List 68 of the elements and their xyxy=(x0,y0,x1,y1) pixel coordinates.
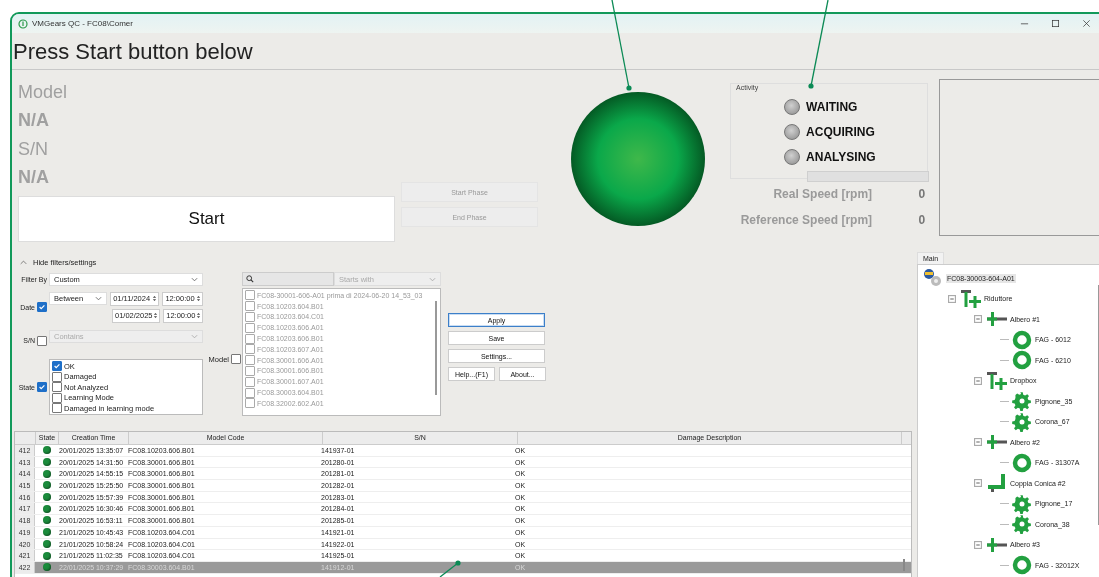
collapse-icon[interactable] xyxy=(974,540,982,549)
ring-icon xyxy=(1011,350,1033,371)
checkbox[interactable] xyxy=(52,361,62,372)
maximize-icon[interactable] xyxy=(1051,19,1060,28)
gear-icon xyxy=(1011,514,1033,535)
field-value: N/A xyxy=(18,166,49,189)
speed-value: 0 xyxy=(917,186,926,201)
caret-icon xyxy=(429,276,436,282)
scrollbar[interactable] xyxy=(435,301,437,395)
checkbox[interactable] xyxy=(245,365,255,376)
checkbox[interactable] xyxy=(52,371,62,382)
speed-label: Reference Speed [rpm] xyxy=(739,212,873,227)
checkbox[interactable] xyxy=(245,301,255,312)
gear-icon xyxy=(1011,493,1033,514)
app-icon xyxy=(18,18,28,29)
speed-value: 0 xyxy=(917,212,926,227)
checkbox[interactable] xyxy=(245,312,255,322)
field-label: S/N xyxy=(18,138,48,161)
gear-icon xyxy=(1011,411,1033,432)
ring-icon xyxy=(1011,452,1033,473)
collapse-icon[interactable] xyxy=(974,315,982,324)
checkbox[interactable] xyxy=(245,387,255,398)
robot-gear-icon xyxy=(922,268,944,289)
shaft-assembly-icon xyxy=(960,288,982,309)
leader-line xyxy=(439,560,461,577)
spinner-icon[interactable] xyxy=(196,294,201,304)
collapse-icon[interactable] xyxy=(948,294,956,303)
search-field[interactable] xyxy=(242,272,334,286)
checkbox[interactable] xyxy=(52,403,62,414)
spinner-icon[interactable] xyxy=(153,311,159,321)
checkbox[interactable] xyxy=(37,335,47,346)
search-icon xyxy=(246,275,254,283)
caret-icon xyxy=(191,334,198,340)
checkbox[interactable] xyxy=(37,302,47,313)
checkbox[interactable] xyxy=(245,322,255,333)
elbow-icon xyxy=(986,473,1008,494)
checkbox[interactable] xyxy=(245,376,255,387)
checkbox[interactable] xyxy=(231,354,241,364)
indicator-label: ACQUIRING xyxy=(806,124,875,139)
caret-icon xyxy=(95,295,103,301)
checkbox[interactable] xyxy=(37,382,47,393)
checkbox[interactable] xyxy=(245,290,255,301)
checkbox[interactable] xyxy=(245,355,255,366)
caret-icon xyxy=(191,276,198,282)
checkbox[interactable] xyxy=(52,382,62,393)
indicator-label: ANALYSING xyxy=(806,149,876,164)
window-title: VMGears QC - FC08\Comer xyxy=(32,19,133,28)
checkbox[interactable] xyxy=(245,344,255,355)
shaft-assembly-icon xyxy=(986,370,1008,391)
field-label: Model xyxy=(18,81,68,104)
gear-icon xyxy=(1011,391,1033,412)
speed-label: Real Speed [rpm] xyxy=(772,186,873,201)
collapse-icon[interactable] xyxy=(974,479,982,488)
checkbox[interactable] xyxy=(52,392,62,403)
spinner-icon[interactable] xyxy=(196,311,201,321)
field-value: N/A xyxy=(18,109,49,132)
collapse-icon[interactable] xyxy=(974,438,982,447)
collapse-icon[interactable] xyxy=(974,376,982,385)
checkbox[interactable] xyxy=(245,398,255,409)
checkbox[interactable] xyxy=(245,333,255,344)
close-icon[interactable] xyxy=(1082,19,1091,28)
indicator-label: WAITING xyxy=(806,99,858,114)
page-heading: Press Start button below xyxy=(12,33,1099,70)
chevron-up-icon[interactable] xyxy=(20,259,27,265)
start-button[interactable]: Start xyxy=(18,196,395,242)
spinner-icon[interactable] xyxy=(152,294,158,304)
ring-icon xyxy=(1011,329,1033,350)
ring-icon xyxy=(1011,555,1033,576)
